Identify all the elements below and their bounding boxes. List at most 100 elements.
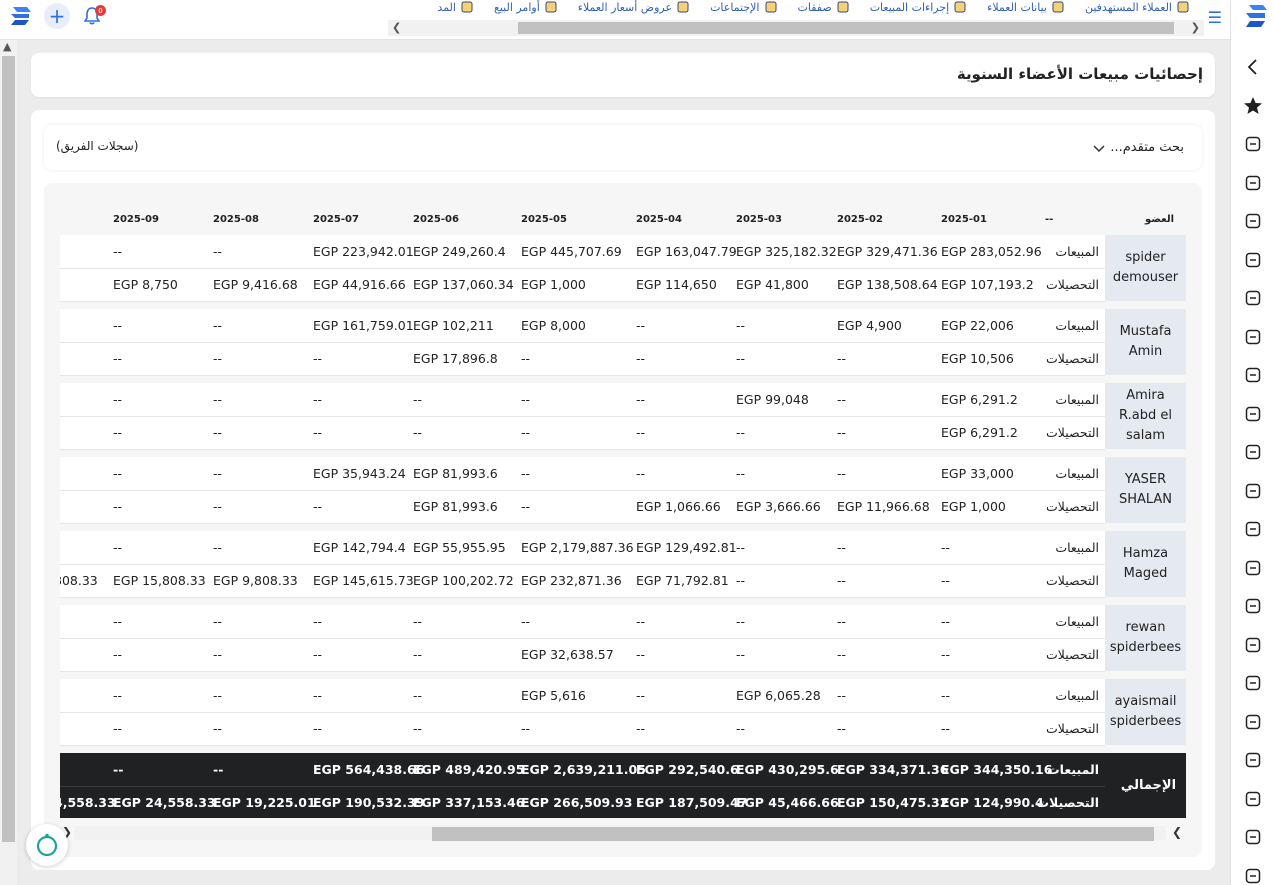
page-title: إحصائيات مبيعات الأعضاء السنوية bbox=[956, 65, 1203, 83]
telephone-icon[interactable] bbox=[1242, 364, 1264, 386]
calendar-settings-icon[interactable] bbox=[1242, 403, 1264, 425]
value-cell: -- bbox=[207, 235, 307, 269]
menu-toggle-icon[interactable]: ☰ bbox=[1208, 8, 1222, 27]
target-icon[interactable] bbox=[1242, 326, 1264, 348]
member-name[interactable]: spider demouser bbox=[1105, 235, 1186, 301]
month-column-header[interactable]: 2025-06 bbox=[407, 203, 515, 235]
app-logo-icon[interactable] bbox=[8, 3, 34, 29]
member-sales-table: العضو -- 2025-01 2025-02 2025-03 2025-04 2025-… bbox=[60, 203, 1186, 818]
spacer-cell bbox=[60, 375, 1186, 383]
top-menu-item-1[interactable]: بيانات العملاء bbox=[987, 0, 1065, 14]
table-scroll-right-icon[interactable]: ❮ bbox=[1172, 825, 1182, 839]
video-icon[interactable] bbox=[1242, 557, 1264, 579]
value-cell: EGP 223,942.01 bbox=[307, 235, 414, 269]
page-scrollbar-thumb[interactable] bbox=[2, 56, 15, 842]
module-icon bbox=[764, 0, 778, 14]
member-name[interactable]: YASER SHALAN bbox=[1105, 457, 1186, 523]
value-cell: -- bbox=[630, 638, 730, 672]
scroll-left-icon[interactable]: ❮ bbox=[392, 21, 401, 34]
top-menu-scrollbar[interactable]: ❮ ❯ bbox=[388, 20, 1204, 36]
value-cell: -- bbox=[730, 605, 831, 639]
loader-icon bbox=[36, 833, 58, 857]
chevron-left-icon[interactable] bbox=[1242, 56, 1264, 78]
value-cell: EGP 137,060.34 bbox=[407, 268, 515, 302]
top-menu-label: بيانات العملاء bbox=[987, 0, 1047, 14]
notes-icon[interactable] bbox=[1242, 249, 1264, 271]
warning-icon[interactable] bbox=[1242, 518, 1264, 540]
scroll-right-icon[interactable]: ❯ bbox=[1191, 21, 1200, 34]
table-scrollbar[interactable]: ❯ ❮ bbox=[60, 824, 1186, 842]
team-icon[interactable] bbox=[1242, 441, 1264, 463]
advanced-search-toggle[interactable]: بحث متقدم... bbox=[1092, 140, 1184, 155]
metric-label: التحصيلات bbox=[1039, 490, 1105, 524]
dashboard-icon[interactable] bbox=[1242, 133, 1264, 155]
total-value-cell: EGP 564,438.66 bbox=[307, 753, 424, 787]
top-menu-item-3[interactable]: صفقات bbox=[798, 0, 850, 14]
truck-icon[interactable] bbox=[1242, 711, 1264, 733]
document-plus-icon[interactable] bbox=[1242, 826, 1264, 848]
top-menu-item-2[interactable]: إجراءات المبيعات bbox=[870, 0, 967, 14]
value-cell: -- bbox=[831, 605, 935, 639]
pen-icon[interactable] bbox=[1242, 672, 1264, 694]
table-row: Amira R.abd el salam المبيعات EGP 6,291.2-… bbox=[60, 383, 1186, 449]
module-icon bbox=[544, 0, 558, 14]
member-name[interactable]: Hamza Maged bbox=[1105, 531, 1186, 597]
total-row: الإجمالي المبيعات EGP 344,350.16 EGP 334,37… bbox=[60, 753, 1186, 818]
spacer-cell bbox=[60, 301, 1186, 309]
top-menu-item-7[interactable]: المد bbox=[437, 0, 474, 14]
page-scrollbar[interactable]: ▲ bbox=[0, 40, 17, 885]
top-menu-item-6[interactable]: أوامر البيع bbox=[494, 0, 558, 14]
member-name[interactable]: Mustafa Amin bbox=[1105, 309, 1186, 375]
month-column-header[interactable]: 2025-10 bbox=[60, 203, 107, 235]
invoice-icon[interactable] bbox=[1242, 634, 1264, 656]
top-menu-label: عروض أسعار العملاء bbox=[577, 0, 673, 14]
value-cell: -- bbox=[630, 416, 730, 450]
month-column-header[interactable]: 2025-07 bbox=[307, 203, 407, 235]
month-column-header[interactable]: 2025-09 bbox=[107, 203, 207, 235]
money-icon[interactable] bbox=[1242, 480, 1264, 502]
document-search-icon[interactable] bbox=[1242, 865, 1264, 885]
value-cell: -- bbox=[107, 712, 207, 746]
top-menu-item-0[interactable]: العملاء المستهدفين bbox=[1085, 0, 1190, 14]
scroll-up-icon[interactable]: ▲ bbox=[3, 40, 11, 53]
member-name[interactable]: ayaismail spiderbees bbox=[1105, 679, 1186, 745]
month-column-header[interactable]: 2025-05 bbox=[515, 203, 630, 235]
assistant-button[interactable] bbox=[26, 824, 68, 866]
value-cell: -- bbox=[60, 235, 107, 269]
value-cell: EGP 6,065.28 bbox=[730, 679, 831, 713]
month-column-header[interactable]: 2025-08 bbox=[207, 203, 307, 235]
value-cell: -- bbox=[935, 605, 1039, 639]
phone-icon[interactable] bbox=[1242, 287, 1264, 309]
users-icon[interactable] bbox=[1242, 172, 1264, 194]
notifications-button[interactable]: 0 bbox=[80, 4, 106, 28]
chart-icon[interactable] bbox=[1242, 595, 1264, 617]
star-icon[interactable] bbox=[1242, 95, 1264, 117]
month-column-header[interactable]: 2025-02 bbox=[831, 203, 935, 235]
building-icon[interactable] bbox=[1242, 210, 1264, 232]
scrollbar-thumb[interactable] bbox=[518, 22, 1174, 34]
top-menu-item-5[interactable]: عروض أسعار العملاء bbox=[578, 0, 690, 14]
member-name[interactable]: rewan spiderbees bbox=[1105, 605, 1186, 671]
month-column-header[interactable]: 2025-04 bbox=[630, 203, 730, 235]
chevron-down-icon bbox=[1093, 144, 1105, 152]
value-cell: EGP 22,006 bbox=[935, 309, 1039, 343]
user-icon[interactable] bbox=[1242, 788, 1264, 810]
sidebar-logo-icon[interactable] bbox=[1243, 2, 1269, 30]
month-column-header[interactable]: 2025-03 bbox=[730, 203, 831, 235]
value-cell: EGP 161,759.01 bbox=[307, 309, 414, 343]
value-cell: -- bbox=[207, 309, 307, 343]
add-icon[interactable]: + bbox=[44, 3, 70, 29]
table-scrollbar-thumb[interactable] bbox=[432, 827, 1154, 841]
total-value-cell: EGP 2,639,211.05 bbox=[515, 753, 646, 787]
total-value-cell: -- bbox=[207, 753, 307, 787]
total-value-cell: EGP 19,225.01 bbox=[207, 786, 316, 818]
total-metric-label: التحصيلات bbox=[1036, 786, 1105, 818]
exchange-icon[interactable] bbox=[1242, 749, 1264, 771]
value-cell: -- bbox=[407, 605, 515, 639]
month-column-header[interactable]: 2025-01 bbox=[935, 203, 1039, 235]
member-name[interactable]: Amira R.abd el salam bbox=[1105, 383, 1186, 449]
table-row: Mustafa Amin المبيعات EGP 22,006 EGP 4,900-… bbox=[60, 309, 1186, 375]
value-cell: -- bbox=[935, 679, 1039, 713]
top-menu-item-4[interactable]: الإجتماعات bbox=[710, 0, 777, 14]
spacer-cell bbox=[60, 671, 1186, 679]
